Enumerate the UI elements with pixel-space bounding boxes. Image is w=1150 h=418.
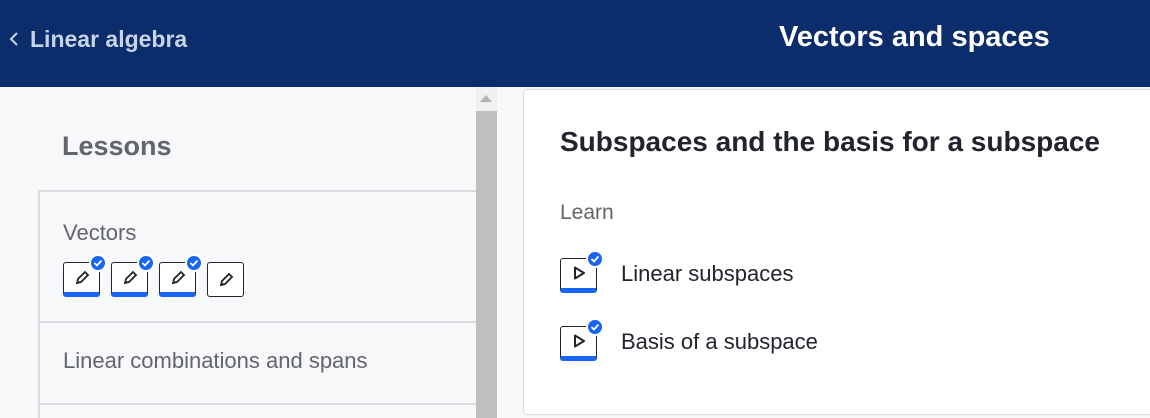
- page-title: Vectors and spaces: [779, 21, 1050, 53]
- completed-check-icon: [586, 249, 604, 268]
- lesson-item-vectors[interactable]: Vectors: [38, 190, 476, 323]
- skill-exercise[interactable]: [207, 262, 244, 297]
- video-item[interactable]: Basis of a subspace: [560, 317, 818, 362]
- completed-check-icon: [185, 254, 203, 272]
- sidebar-scrollbar[interactable]: [476, 87, 497, 418]
- completed-check-icon: [137, 254, 155, 272]
- pencil-icon: [75, 270, 89, 284]
- pencil-icon: [171, 270, 185, 284]
- completed-check-icon: [89, 254, 107, 272]
- lesson-item-next[interactable]: [38, 403, 476, 418]
- skill-exercise[interactable]: [63, 254, 107, 297]
- video-play-icon: [560, 317, 604, 361]
- pencil-icon: [219, 272, 233, 286]
- back-link[interactable]: Linear algebra: [8, 22, 187, 56]
- scroll-up-arrow-icon[interactable]: [480, 95, 492, 102]
- pencil-icon: [123, 270, 137, 284]
- completed-check-icon: [586, 317, 604, 336]
- lessons-heading: Lessons: [62, 131, 172, 161]
- top-bar: Linear algebra Vectors and spaces: [0, 0, 1150, 87]
- video-play-icon: [560, 249, 604, 293]
- section-label-learn: Learn: [560, 201, 614, 224]
- skill-exercise[interactable]: [111, 254, 155, 297]
- lesson-title: Linear combinations and spans: [63, 348, 368, 373]
- lesson-heading: Subspaces and the basis for a subspace: [560, 126, 1100, 157]
- video-item[interactable]: Linear subspaces: [560, 249, 794, 294]
- scrollbar-thumb[interactable]: [476, 111, 497, 418]
- lesson-card: Subspaces and the basis for a subspace L…: [523, 89, 1150, 415]
- lesson-title: Vectors: [63, 220, 137, 245]
- chevron-left-icon: [9, 32, 18, 46]
- video-item-label: Linear subspaces: [621, 261, 794, 286]
- video-item-label: Basis of a subspace: [621, 329, 818, 354]
- skill-list: [63, 254, 255, 297]
- lessons-sidebar: Lessons Vectors Linear combinations and …: [0, 87, 476, 418]
- skill-exercise[interactable]: [159, 254, 203, 297]
- lesson-item-linear-combinations[interactable]: Linear combinations and spans: [38, 321, 476, 405]
- back-link-label: Linear algebra: [30, 25, 188, 52]
